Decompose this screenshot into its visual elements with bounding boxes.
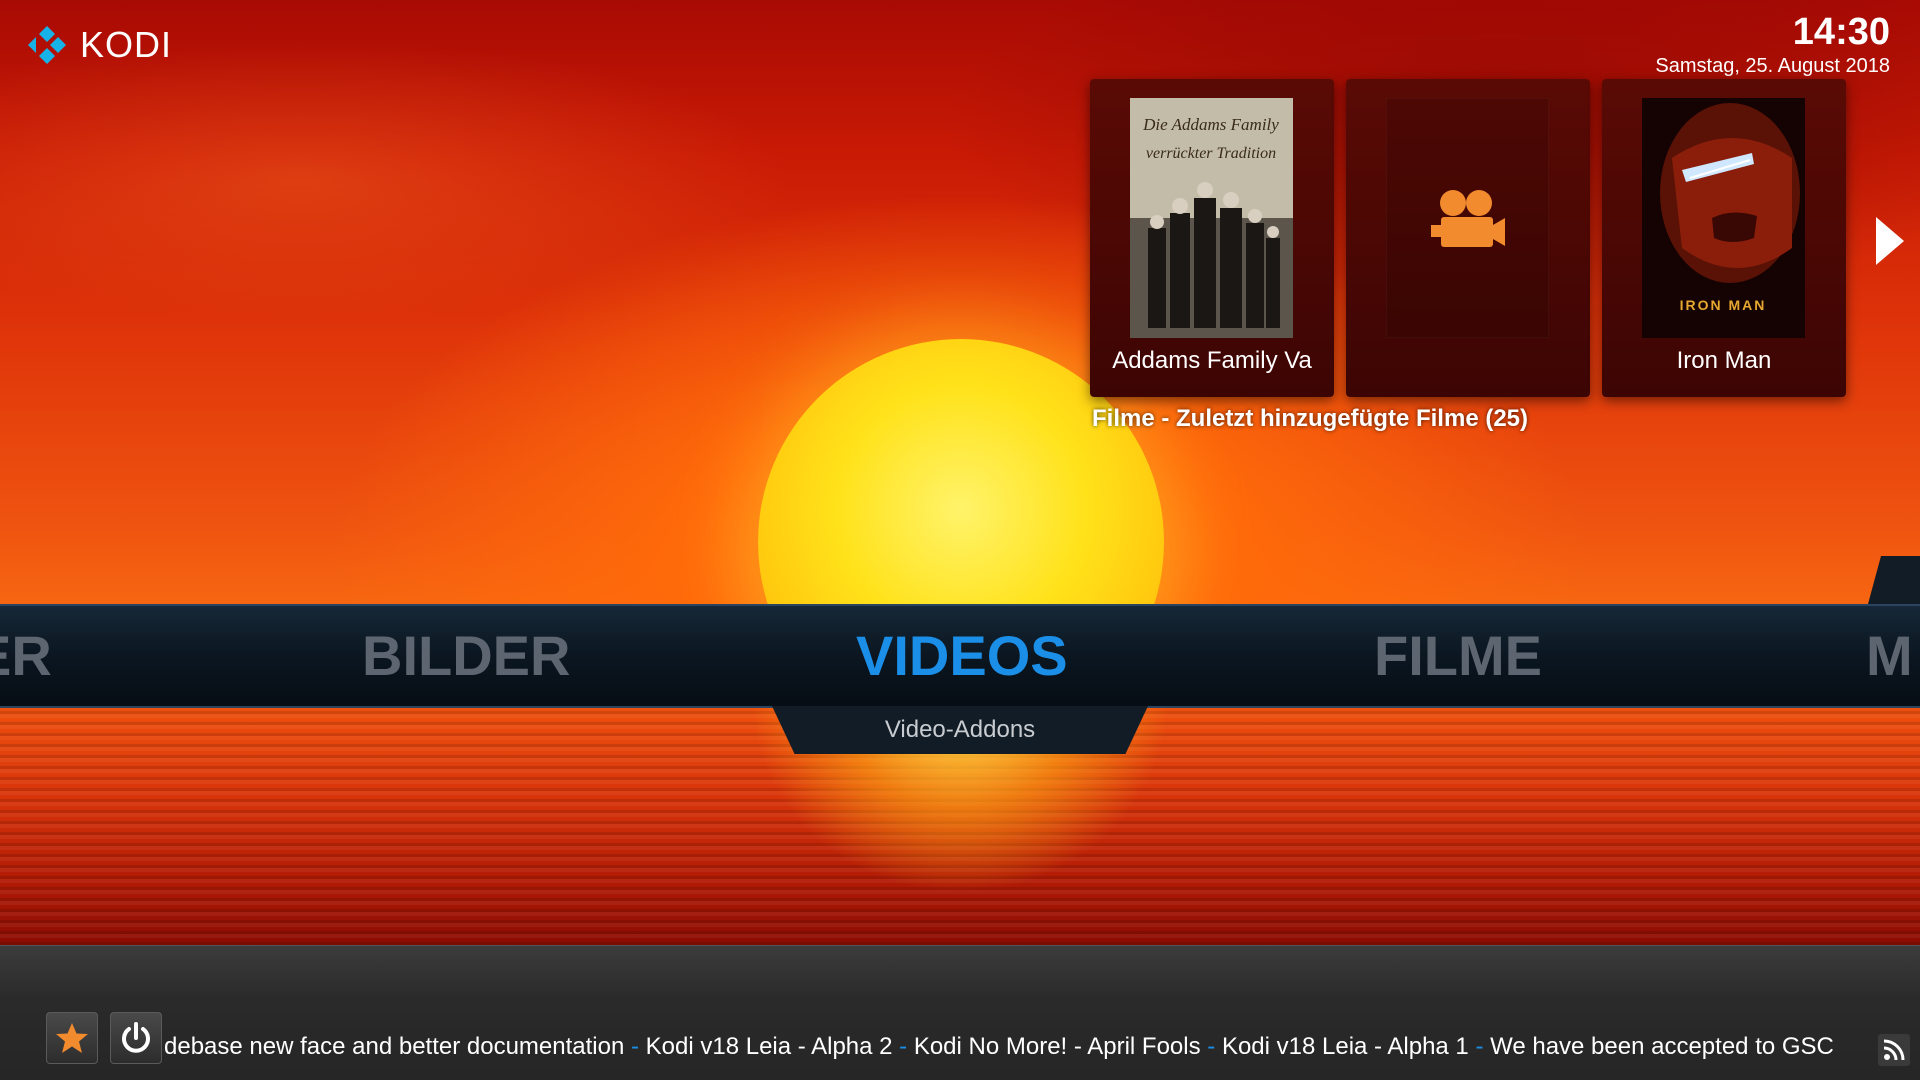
chevron-right-icon[interactable] — [1872, 215, 1906, 267]
ticker-item[interactable]: Kodi v18 Leia - Alpha 1 — [1222, 1033, 1469, 1060]
menu-item-partial-right[interactable]: M — [1866, 606, 1913, 706]
widget-title: Filme - Zuletzt hinzugefügte Filme (25) — [1092, 405, 1529, 432]
ticker-separator: - — [892, 1033, 914, 1060]
movie-card-label: Addams Family Va — [1112, 347, 1312, 374]
movie-poster: IRON MAN — [1642, 98, 1805, 338]
movie-placeholder — [1386, 98, 1549, 338]
movie-poster: Die Addams Family verrückter Tradition — [1130, 98, 1293, 338]
menu-item-filme[interactable]: FILME — [1374, 606, 1542, 706]
movie-camera-icon — [1431, 190, 1505, 247]
kodi-logo: KODI — [22, 20, 172, 70]
menu-item-partial-left[interactable]: ER — [0, 606, 52, 706]
poster-title-1: Die Addams Family — [1142, 115, 1279, 134]
kodi-logo-icon — [22, 20, 72, 70]
power-button[interactable] — [110, 1012, 162, 1064]
movie-card[interactable] — [1346, 79, 1590, 397]
star-icon — [56, 1023, 88, 1053]
kodi-logo-text: KODI — [80, 24, 173, 65]
main-menu: ER BILDER VIDEOS FILME M — [0, 604, 1920, 708]
ticker-separator: - — [1200, 1033, 1222, 1060]
clock-block: 14:30 Samstag, 25. August 2018 — [1655, 10, 1890, 78]
ticker-separator: - — [624, 1033, 646, 1060]
poster-title-2: verrückter Tradition — [1146, 145, 1276, 162]
favourites-button[interactable] — [46, 1012, 98, 1064]
power-icon — [122, 1022, 150, 1053]
ticker-separator: - — [1468, 1033, 1491, 1060]
ticker-item[interactable]: Kodi v18 Leia - Alpha 2 — [646, 1033, 893, 1060]
rss-ticker[interactable]: debase new face and better documentation… — [164, 1030, 1870, 1064]
movie-card[interactable]: IRON MAN Iron Man — [1602, 79, 1846, 397]
date: Samstag, 25. August 2018 — [1655, 55, 1890, 77]
submenu-label: Video-Addons — [884, 716, 1036, 743]
menu-item-videos[interactable]: VIDEOS — [856, 606, 1068, 706]
ticker-item[interactable]: We have been accepted to GSC — [1490, 1033, 1834, 1060]
rss-icon[interactable] — [1878, 1034, 1910, 1066]
ticker-item[interactable]: Kodi No More! - April Fools — [914, 1033, 1201, 1060]
submenu-video-addons[interactable]: Video-Addons — [772, 706, 1148, 754]
clock: 14:30 — [1792, 11, 1890, 53]
movie-card[interactable]: Die Addams Family verrückter Tradition A… — [1090, 79, 1334, 397]
menu-item-bilder[interactable]: BILDER — [362, 606, 570, 706]
poster-title: IRON MAN — [1680, 297, 1767, 313]
ticker-item[interactable]: debase new face and better documentation — [164, 1033, 624, 1060]
movie-card-label: Iron Man — [1676, 347, 1772, 374]
